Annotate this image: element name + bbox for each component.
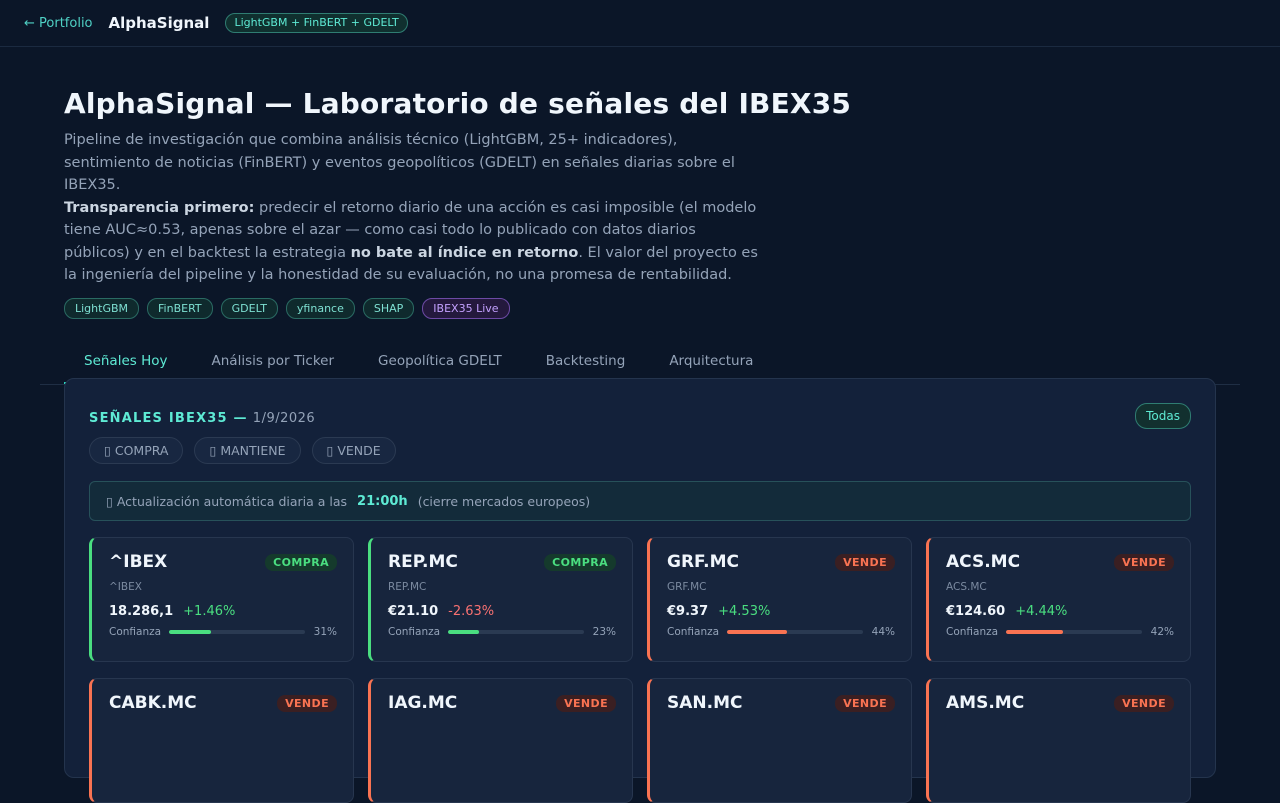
confidence-label: Confianza (946, 626, 999, 638)
confidence-bar (169, 630, 305, 634)
desc-text-1: Pipeline de investigación que combina an… (64, 132, 735, 193)
confidence-row: Confianza 31% (109, 626, 337, 638)
tag-gdelt: GDELT (220, 297, 278, 319)
signal-filters: ▯ COMPRA ▯ MANTIENE ▯ VENDE (89, 437, 1191, 464)
confidence-bar (1006, 630, 1142, 634)
filter-all-button[interactable]: Todas (1135, 403, 1191, 429)
confidence-fill (727, 630, 787, 634)
confidence-label: Confianza (388, 626, 441, 638)
card-ticker: AMS.MC (946, 693, 1025, 713)
signal-card[interactable]: AMS.MC VENDE (926, 678, 1191, 803)
notice-suffix: (cierre mercados europeos) (417, 493, 591, 509)
signal-card[interactable]: IAG.MC VENDE (368, 678, 633, 803)
card-change: +4.53% (718, 604, 771, 619)
confidence-value: 44% (871, 626, 895, 638)
confidence-fill (448, 630, 480, 634)
confidence-bar (448, 630, 584, 634)
price-row: 18.286,1 +1.46% (109, 604, 337, 619)
confidence-bar (727, 630, 863, 634)
card-subtitle: REP.MC (388, 581, 427, 593)
confidence-label: Confianza (667, 626, 720, 638)
signal-badge: COMPRA (544, 553, 616, 571)
card-change: +4.44% (1015, 604, 1068, 619)
price-row: €21.10 -2.63% (388, 604, 616, 619)
confidence-fill (169, 630, 212, 634)
price-row: €9.37 +4.53% (667, 604, 895, 619)
card-subtitle: ^IBEX (109, 581, 142, 593)
card-ticker: SAN.MC (667, 693, 743, 713)
price-row: €124.60 +4.44% (946, 604, 1174, 619)
tag-finbert: FinBERT (147, 297, 213, 319)
card-ticker: IAG.MC (388, 693, 458, 713)
back-to-portfolio-link[interactable]: ← Portfolio (24, 16, 93, 31)
panel-date: 1/9/2026 (252, 410, 316, 426)
panel-heading: SEÑALES IBEX35 — 1/9/2026 (89, 407, 315, 426)
card-price: €9.37 (667, 604, 709, 619)
notice-prefix: ▯ Actualización automática diaria a las (106, 493, 348, 509)
tag-lightgbm: LightGBM (64, 297, 140, 319)
signals-panel: SEÑALES IBEX35 — 1/9/2026 Todas ▯ COMPRA… (64, 378, 1216, 803)
card-price: 18.286,1 (109, 604, 174, 619)
card-ticker: ACS.MC (946, 552, 1021, 572)
signal-card[interactable]: SAN.MC VENDE (647, 678, 912, 803)
confidence-row: Confianza 44% (667, 626, 895, 638)
signal-badge: VENDE (1114, 553, 1174, 571)
filter-compra-button[interactable]: ▯ COMPRA (89, 437, 184, 464)
card-subtitle: ACS.MC (946, 581, 987, 593)
filter-mantiene-button[interactable]: ▯ MANTIENE (194, 437, 301, 464)
card-ticker: GRF.MC (667, 552, 740, 572)
notice-time: 21:00h (357, 493, 408, 509)
confidence-label: Confianza (109, 626, 162, 638)
signal-card[interactable]: ^IBEX COMPRA ^IBEX 18.286,1 +1.46% Confianza 3… (89, 537, 354, 662)
tech-tags: LightGBM FinBERT GDELT yfinance SHAP IBE… (64, 297, 1216, 319)
confidence-value: 23% (592, 626, 616, 638)
signal-badge: COMPRA (265, 553, 337, 571)
stack-pill: LightGBM + FinBERT + GDELT (225, 13, 408, 33)
signal-card[interactable]: REP.MC COMPRA REP.MC €21.10 -2.63% Confianza 2… (368, 537, 633, 662)
desc-bold-1: Transparencia primero: (64, 199, 255, 216)
card-change: -2.63% (448, 604, 495, 619)
card-price: €124.60 (946, 604, 1006, 619)
tag-yfinance: yfinance (285, 297, 355, 319)
card-subtitle: GRF.MC (667, 581, 707, 593)
signal-badge: VENDE (277, 694, 337, 712)
panel-title: SEÑALES IBEX35 — (89, 410, 248, 426)
signal-card[interactable]: GRF.MC VENDE GRF.MC €9.37 +4.53% Confianza 44% (647, 537, 912, 662)
card-price: €21.10 (388, 604, 439, 619)
brand-name: AlphaSignal (108, 14, 210, 32)
desc-bold-2: no bate al índice en retorno (350, 244, 579, 261)
hero-section: AlphaSignal — Laboratorio de señales del… (0, 47, 1280, 319)
signal-card[interactable]: ACS.MC VENDE ACS.MC €124.60 +4.44% Confianza 4… (926, 537, 1191, 662)
confidence-fill (1006, 630, 1064, 634)
confidence-value: 31% (313, 626, 337, 638)
update-notice: ▯ Actualización automática diaria a las … (89, 481, 1191, 521)
signal-card-grid: ^IBEX COMPRA ^IBEX 18.286,1 +1.46% Confianza 3… (89, 537, 1191, 803)
card-ticker: CABK.MC (109, 693, 197, 713)
tag-shap: SHAP (362, 297, 415, 319)
signal-badge: VENDE (1114, 694, 1174, 712)
confidence-row: Confianza 23% (388, 626, 616, 638)
top-bar: ← Portfolio AlphaSignal LightGBM + FinBE… (0, 0, 1280, 47)
filter-vende-button[interactable]: ▯ VENDE (311, 437, 396, 464)
card-ticker: REP.MC (388, 552, 458, 572)
project-description: Pipeline de investigación que combina an… (64, 129, 764, 287)
signal-badge: VENDE (835, 694, 895, 712)
page-title: AlphaSignal — Laboratorio de señales del… (64, 87, 852, 120)
signal-badge: VENDE (556, 694, 616, 712)
card-change: +1.46% (183, 604, 236, 619)
confidence-row: Confianza 42% (946, 626, 1174, 638)
card-ticker: ^IBEX (109, 552, 168, 572)
signal-card[interactable]: CABK.MC VENDE (89, 678, 354, 803)
tag-ibex35-live: IBEX35 Live (422, 297, 510, 319)
confidence-value: 42% (1150, 626, 1174, 638)
signal-badge: VENDE (835, 553, 895, 571)
